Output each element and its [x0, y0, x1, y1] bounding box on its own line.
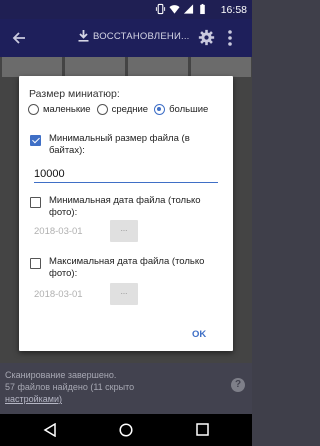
thumbnail[interactable] — [65, 57, 125, 77]
max-date-picker-button[interactable]: ... — [110, 283, 138, 305]
ok-button[interactable]: OK — [192, 329, 206, 340]
scan-status-panel: Сканирование завершено. 57 файлов найден… — [0, 363, 252, 414]
max-date-value: 2018-03-01 — [34, 289, 83, 300]
min-size-checkbox[interactable] — [30, 135, 41, 146]
min-date-option[interactable]: Минимальная дата файла (только фото): — [30, 195, 221, 219]
thumbnail[interactable] — [2, 57, 62, 77]
min-date-label: Минимальная дата файла (только фото): — [49, 195, 201, 218]
max-date-label: Максимальная дата файла (только фото): — [49, 256, 205, 279]
radio-button-selected[interactable] — [154, 104, 166, 115]
gear-icon[interactable] — [198, 29, 215, 46]
more-options-icon[interactable] — [226, 29, 234, 47]
battery-icon — [200, 3, 205, 15]
download-icon — [78, 30, 89, 42]
scan-status-line: Сканирование завершено. — [5, 370, 117, 380]
status-time: 16:58 — [220, 4, 247, 16]
min-date-picker-button[interactable]: ... — [110, 220, 138, 242]
thumbnail[interactable] — [128, 57, 188, 77]
signal-icon — [183, 4, 194, 14]
app-bar: ВОССТАНОВЛЕНИ... — [0, 19, 252, 57]
min-size-label: Минимальный размер файла (в байтах): — [49, 133, 190, 156]
max-date-checkbox[interactable] — [30, 258, 41, 269]
settings-link[interactable]: настройками) — [5, 394, 62, 404]
min-size-input[interactable] — [34, 166, 218, 183]
thumbnail-settings-dialog: Размер миниатюр: маленькие средние больш… — [19, 76, 233, 351]
thumbnail[interactable] — [191, 57, 251, 77]
min-date-checkbox[interactable] — [30, 197, 41, 208]
radio-medium[interactable]: средние — [96, 104, 149, 115]
radio-small[interactable]: маленькие — [28, 104, 91, 115]
max-date-option[interactable]: Максимальная дата файла (только фото): — [30, 256, 221, 280]
nav-recent-apps-icon[interactable] — [196, 423, 209, 436]
min-date-value: 2018-03-01 — [34, 226, 83, 237]
navigation-bar — [0, 414, 252, 446]
wifi-icon — [169, 5, 180, 14]
status-bar: 16:58 — [0, 0, 252, 19]
back-arrow-icon[interactable] — [10, 29, 28, 47]
radio-large[interactable]: большие — [154, 104, 208, 115]
help-icon[interactable]: ? — [231, 378, 245, 392]
radio-button[interactable] — [96, 104, 108, 115]
min-size-option[interactable]: Минимальный размер файла (в байтах): — [30, 133, 221, 157]
radio-small-label: маленькие — [43, 104, 91, 115]
appbar-title: ВОССТАНОВЛЕНИ... — [93, 30, 190, 42]
radio-large-label: большие — [169, 104, 209, 115]
thumbnail-size-radio-group: маленькие средние большие — [28, 104, 214, 115]
radio-medium-label: средние — [111, 104, 149, 115]
dialog-title: Размер миниатюр: — [29, 88, 120, 100]
appbar-title-group: ВОССТАНОВЛЕНИ... — [78, 30, 190, 42]
status-icons — [155, 3, 208, 15]
files-found-line: 57 файлов найдено (11 скрыто — [5, 382, 135, 392]
radio-button[interactable] — [28, 104, 39, 115]
nav-back-icon[interactable] — [43, 423, 56, 437]
vibrate-icon — [155, 3, 166, 15]
thumbnail-row — [0, 57, 254, 77]
nav-home-icon[interactable] — [119, 423, 133, 437]
